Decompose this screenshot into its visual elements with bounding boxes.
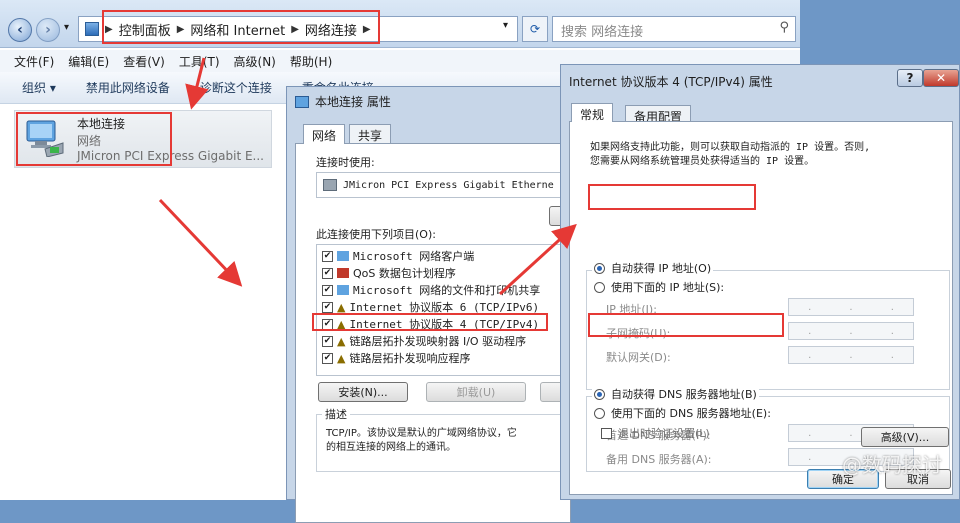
arrow-to-properties <box>158 198 243 287</box>
guide-arrows <box>158 57 577 296</box>
tab-network[interactable]: 网络 <box>303 124 346 144</box>
watermark: @数码探讨 <box>842 453 942 477</box>
tab-general[interactable]: 常规 <box>571 103 614 122</box>
arrow-to-connection <box>185 57 209 110</box>
arrow-to-ipv4 <box>498 223 577 296</box>
